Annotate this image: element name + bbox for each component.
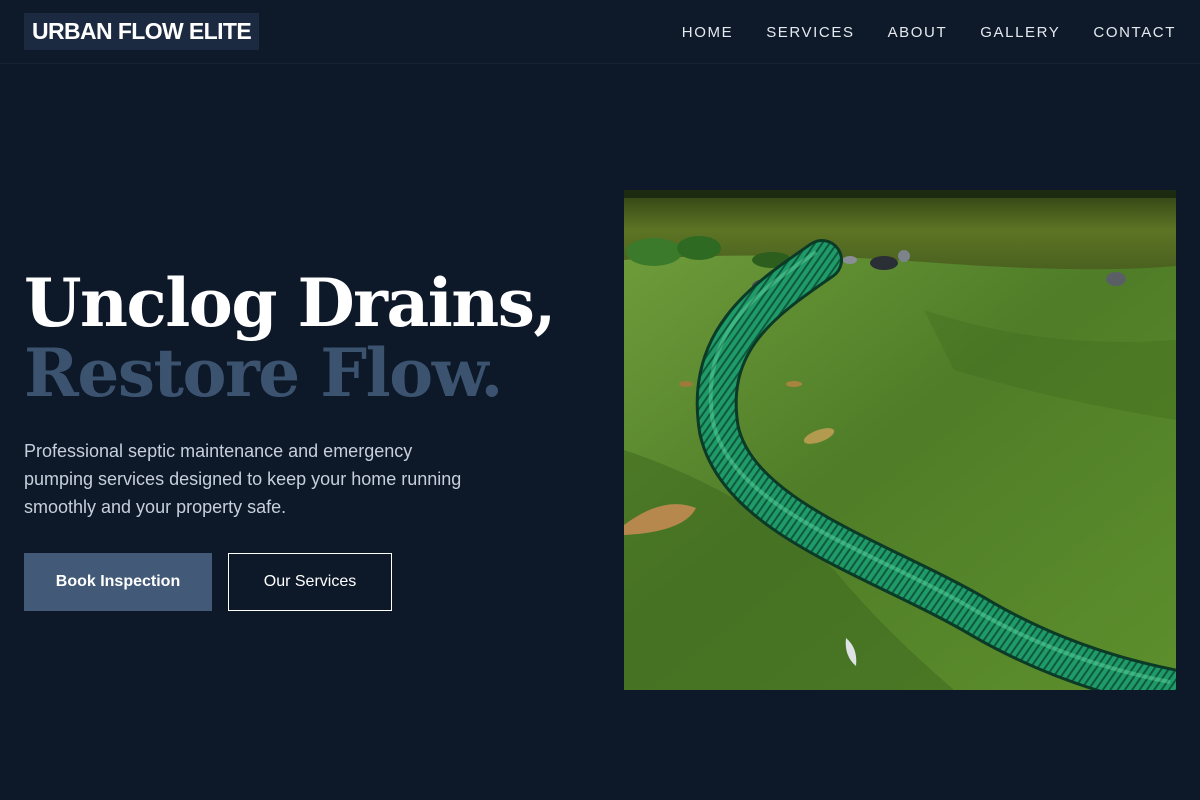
nav-link-gallery[interactable]: GALLERY [980,24,1060,41]
hero-title-line-1: Unclog Drains, [24,264,556,342]
nav-link-home[interactable]: HOME [682,24,733,41]
hero-title: Unclog Drains, Restore Flow. [24,264,556,412]
book-inspection-button[interactable]: Book Inspection [24,553,212,611]
hero-title-line-2: Restore Flow. [24,334,503,412]
hose-on-lawn-photo [624,190,1176,690]
nav-link-contact[interactable]: CONTACT [1093,24,1176,41]
nav-link-about[interactable]: ABOUT [888,24,948,41]
our-services-button[interactable]: Our Services [228,553,392,611]
brand-logo[interactable]: URBAN FLOW ELITE [24,13,260,50]
site-header: URBAN FLOW ELITE HOME SERVICES ABOUT GAL… [0,0,1200,64]
nav-link-services[interactable]: SERVICES [766,24,854,41]
main-nav: HOME SERVICES ABOUT GALLERY CONTACT [682,0,1176,64]
hero-description: Professional septic maintenance and emer… [24,441,462,517]
hero-image [624,190,1176,690]
